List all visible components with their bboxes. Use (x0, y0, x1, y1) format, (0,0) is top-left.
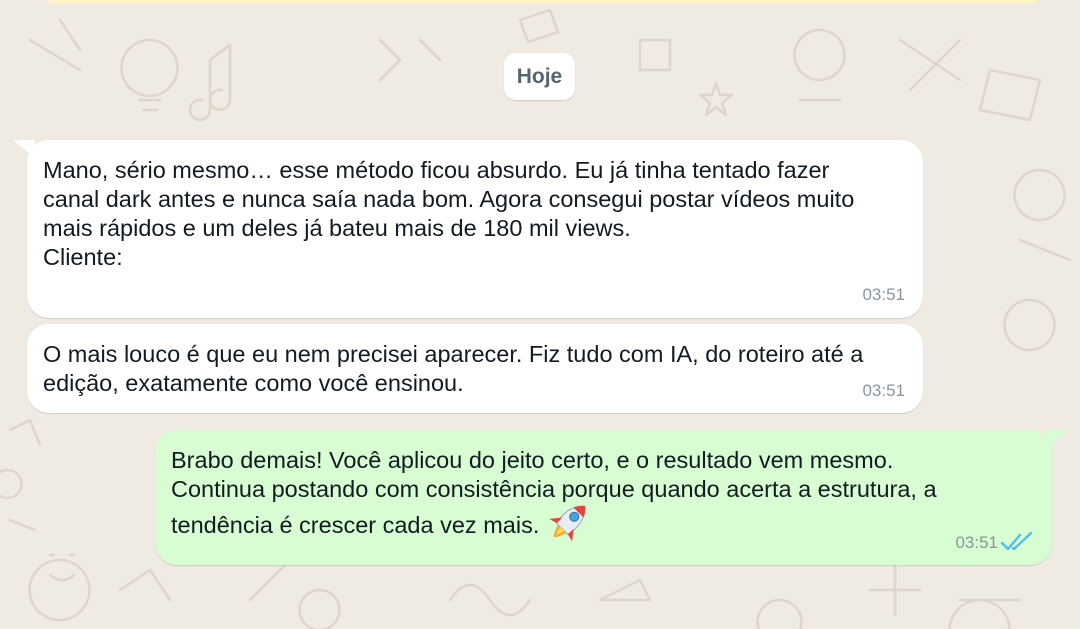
read-receipt-double-check-icon (1000, 531, 1033, 551)
top-banner-edge (44, 0, 1040, 4)
rocket-emoji (549, 505, 586, 542)
message-timestamp: 03:51 (862, 381, 905, 400)
message-text: Brabo demais! Você aplicou do jeito cert… (171, 446, 1041, 550)
message-text: Mano, sério mesmo… esse método ficou abs… (43, 157, 855, 270)
date-separator-label: Hoje (516, 64, 563, 88)
incoming-message[interactable]: Mano, sério mesmo… esse método ficou abs… (27, 140, 923, 318)
incoming-message[interactable]: O mais louco é que eu nem precisei apare… (27, 324, 923, 413)
chat-screen: { "date_separator": "Hoje", "messages": … (0, 0, 1080, 629)
date-separator: Hoje (504, 53, 575, 100)
message-text: O mais louco é que eu nem precisei apare… (43, 341, 864, 396)
message-timestamp: 03:51 (955, 533, 998, 552)
message-timestamp: 03:51 (862, 285, 905, 304)
outgoing-message[interactable]: Brabo demais! Você aplicou do jeito cert… (155, 430, 1052, 565)
